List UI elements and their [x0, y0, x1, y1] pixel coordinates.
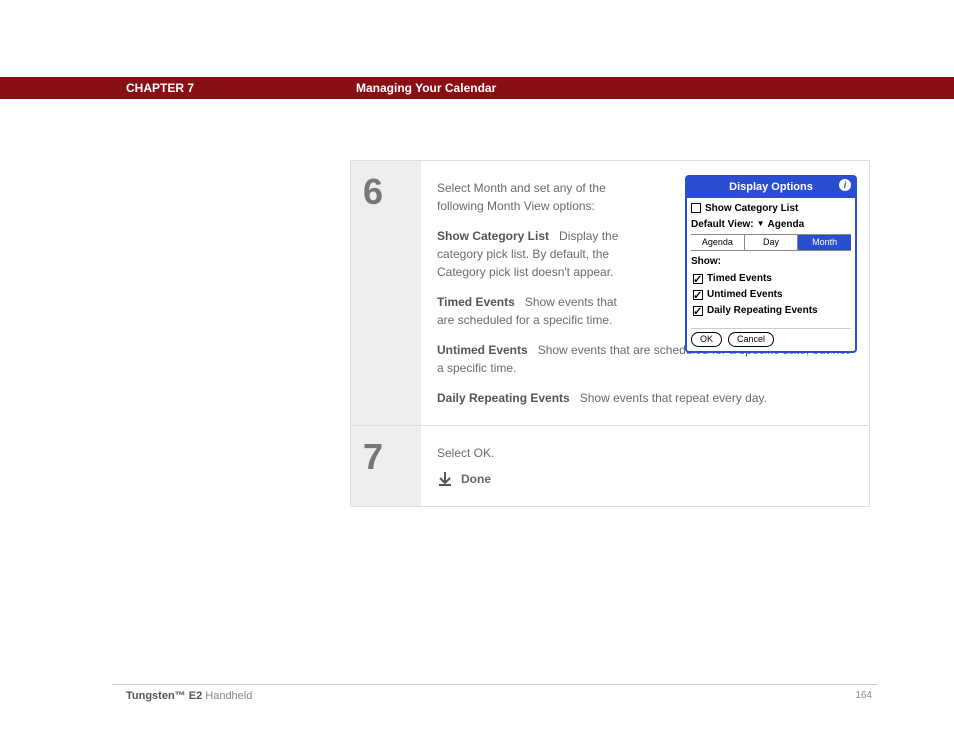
show-category-label: Show Category List — [705, 201, 798, 216]
option-label: Show Category List — [437, 229, 549, 243]
default-view-label: Default View: — [691, 217, 754, 232]
step-number-cell: 7 — [351, 426, 421, 506]
page: CHAPTER 7 Managing Your Calendar 6 Selec… — [0, 0, 954, 738]
opt-daily[interactable]: Daily Repeating Events — [693, 303, 851, 318]
option-text: Show events that repeat every day. — [580, 391, 767, 405]
chapter-label: CHAPTER 7 — [126, 81, 194, 95]
display-options-dialog: Display Options i Show Category List Def… — [685, 175, 857, 353]
step-7-body: Select OK. Done — [421, 426, 869, 506]
done-label: Done — [461, 470, 491, 488]
step-6-body: Select Month and set any of the followin… — [421, 161, 869, 425]
header-bar: CHAPTER 7 Managing Your Calendar — [0, 77, 954, 99]
show-options: Timed Events Untimed Events Daily Repeat… — [693, 271, 851, 318]
option-timed: Timed Events Show events that are schedu… — [437, 293, 637, 329]
step-6-row: 6 Select Month and set any of the follow… — [351, 161, 869, 425]
tab-month[interactable]: Month — [798, 235, 851, 251]
dialog-title-bar: Display Options i — [687, 177, 855, 198]
step-number: 7 — [363, 436, 421, 478]
opt-label: Daily Repeating Events — [707, 303, 818, 318]
chapter-title: Managing Your Calendar — [356, 81, 496, 95]
cancel-button[interactable]: Cancel — [728, 332, 774, 347]
opt-untimed[interactable]: Untimed Events — [693, 287, 851, 302]
footer-rule — [112, 684, 878, 685]
step-number-cell: 6 — [351, 161, 421, 425]
steps-panel: 6 Select Month and set any of the follow… — [350, 160, 870, 507]
option-show-category: Show Category List Display the category … — [437, 227, 637, 281]
default-view-value: Agenda — [768, 217, 805, 232]
tab-day[interactable]: Day — [745, 235, 799, 251]
dialog-buttons: OK Cancel — [691, 328, 851, 347]
step-7-row: 7 Select OK. Done — [351, 425, 869, 506]
checkbox-icon[interactable] — [693, 290, 703, 300]
show-label: Show: — [691, 254, 851, 269]
opt-timed[interactable]: Timed Events — [693, 271, 851, 286]
option-label: Daily Repeating Events — [437, 391, 570, 405]
option-label: Untimed Events — [437, 343, 528, 357]
checkbox-icon[interactable] — [693, 306, 703, 316]
checkbox-icon[interactable] — [691, 203, 701, 213]
view-tabs: Agenda Day Month — [691, 234, 851, 252]
page-number: 164 — [855, 690, 872, 701]
dropdown-icon[interactable]: ▼ — [757, 218, 765, 230]
tab-agenda[interactable]: Agenda — [691, 235, 745, 251]
step-7-intro: Select OK. — [437, 444, 855, 462]
opt-label: Timed Events — [707, 271, 772, 286]
dialog-body: Show Category List Default View: ▼ Agend… — [687, 198, 855, 352]
show-category-row[interactable]: Show Category List — [691, 201, 851, 216]
default-view-row[interactable]: Default View: ▼ Agenda — [691, 217, 851, 232]
dialog-title: Display Options — [729, 181, 813, 193]
done-row: Done — [437, 470, 855, 488]
footer-product-rest: Handheld — [202, 690, 252, 702]
checkbox-icon[interactable] — [693, 274, 703, 284]
ok-button[interactable]: OK — [691, 332, 722, 347]
option-daily: Daily Repeating Events Show events that … — [437, 389, 855, 407]
footer-product: Tungsten™ E2 Handheld — [126, 690, 252, 702]
option-label: Timed Events — [437, 295, 515, 309]
done-icon — [437, 471, 453, 487]
footer-product-bold: Tungsten™ E2 — [126, 690, 202, 702]
step-6-intro: Select Month and set any of the followin… — [437, 179, 637, 215]
info-icon[interactable]: i — [839, 179, 851, 191]
step-number: 6 — [363, 171, 421, 213]
opt-label: Untimed Events — [707, 287, 783, 302]
